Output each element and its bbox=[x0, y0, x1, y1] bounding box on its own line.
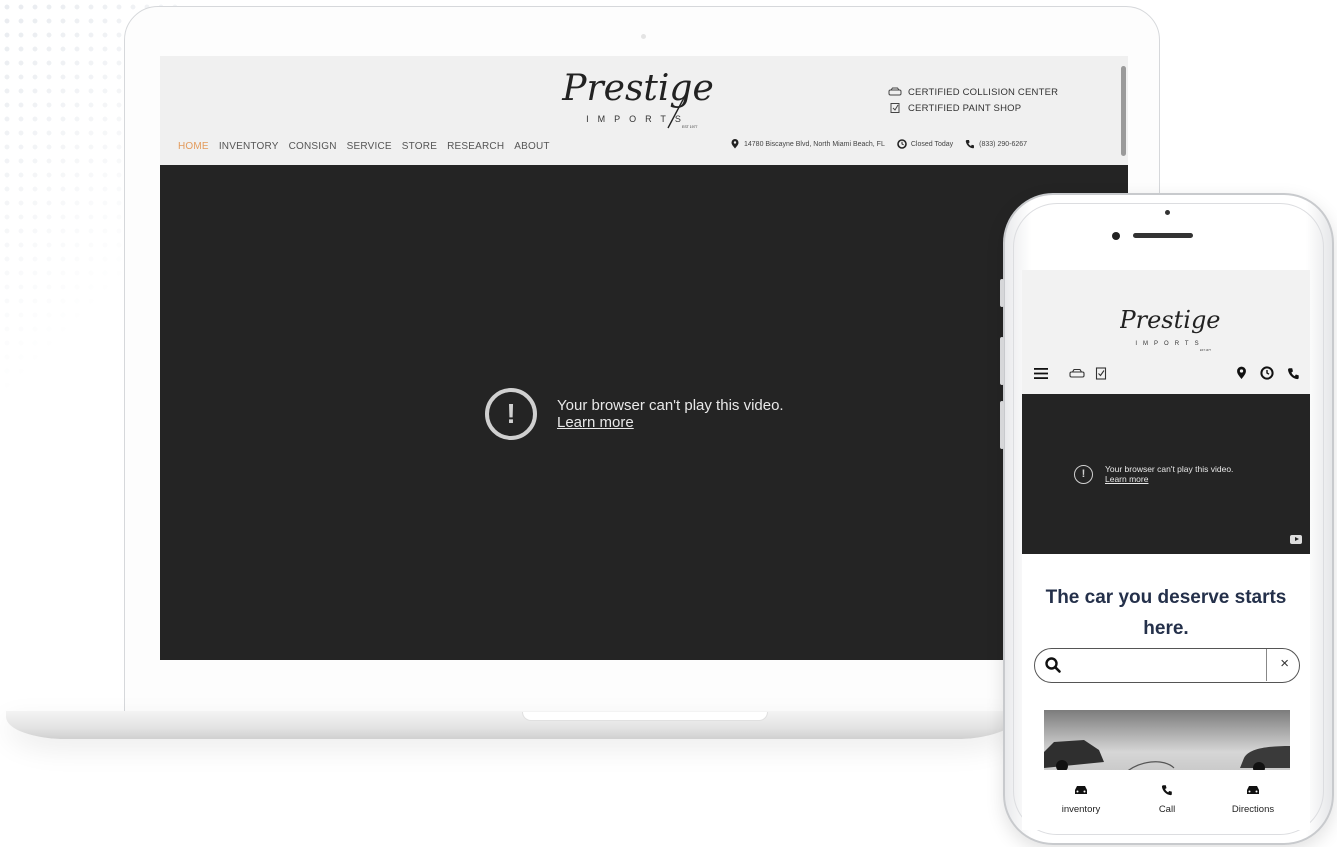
learn-more-link[interactable]: Learn more bbox=[557, 414, 634, 431]
phone-camera bbox=[1112, 232, 1120, 240]
paint-check-icon[interactable] bbox=[1092, 364, 1110, 382]
address-link[interactable]: 14780 Biscayne Blvd, North Miami Beach, … bbox=[730, 139, 885, 149]
laptop-notch bbox=[522, 712, 768, 721]
bottom-nav-inventory-label: inventory bbox=[1061, 804, 1101, 815]
car-icon[interactable] bbox=[1068, 364, 1086, 382]
phone-text: (833) 290-6267 bbox=[979, 140, 1028, 148]
cert-paint[interactable]: CERTIFIED PAINT SHOP bbox=[888, 100, 1058, 116]
phone-logo-est: EST 1977 bbox=[1200, 349, 1212, 352]
nav-inventory[interactable]: INVENTORY bbox=[219, 141, 279, 152]
address-text: 14780 Biscayne Blvd, North Miami Beach, … bbox=[744, 140, 885, 148]
site-header: Prestige IMPORTS EST 1977 CERTIFIED COLL… bbox=[160, 56, 1128, 165]
nav-home[interactable]: HOME bbox=[178, 141, 209, 152]
clock-icon bbox=[897, 139, 907, 149]
logo-est-text: EST 1977 bbox=[682, 125, 698, 129]
nav-about[interactable]: ABOUT bbox=[514, 141, 549, 152]
phone-side-button bbox=[1000, 279, 1004, 307]
video-error-text: Your browser can't play this video. bbox=[557, 397, 784, 414]
phone-logo-script: Prestige bbox=[1120, 306, 1220, 334]
hamburger-menu-icon[interactable] bbox=[1032, 364, 1050, 382]
search-input[interactable]: × bbox=[1034, 648, 1300, 683]
search-icon bbox=[1045, 657, 1061, 673]
phone-speaker bbox=[1133, 233, 1193, 238]
map-pin-icon[interactable] bbox=[1232, 364, 1250, 382]
clock-icon[interactable] bbox=[1258, 364, 1276, 382]
hero-headline: The car you deserve starts here. bbox=[1022, 582, 1310, 644]
hero-headline-line2: here. bbox=[1143, 618, 1189, 639]
bottom-nav-directions-label: Directions bbox=[1231, 804, 1275, 815]
phone-learn-more-link[interactable]: Learn more bbox=[1105, 474, 1148, 484]
logo-script-text: Prestige bbox=[561, 68, 714, 109]
certification-list: CERTIFIED COLLISION CENTER CERTIFIED PAI… bbox=[888, 84, 1058, 116]
youtube-icon[interactable] bbox=[1290, 535, 1302, 544]
warning-icon: ! bbox=[1074, 464, 1093, 484]
phone-prestige-logo[interactable]: Prestige IMPORTS EST 1977 bbox=[1120, 300, 1220, 352]
phone-video-error-text: Your browser can't play this video. bbox=[1105, 464, 1234, 474]
bottom-nav-call[interactable]: Call bbox=[1132, 784, 1202, 815]
cert-paint-label: CERTIFIED PAINT SHOP bbox=[908, 102, 1022, 114]
phone-icon bbox=[1161, 785, 1172, 796]
phone-video-area: ! Your browser can't play this video. Le… bbox=[1022, 394, 1310, 554]
main-nav: HOME INVENTORY CONSIGN SERVICE STORE RES… bbox=[178, 141, 550, 152]
phone-sensor bbox=[1165, 210, 1170, 215]
phone-bottom-nav: inventory Call Directions bbox=[1022, 770, 1310, 830]
phone-icon bbox=[965, 140, 975, 149]
hero-headline-line1: The car you deserve starts bbox=[1045, 587, 1287, 608]
nav-consign[interactable]: CONSIGN bbox=[289, 141, 337, 152]
nav-research[interactable]: RESEARCH bbox=[447, 141, 504, 152]
hours-link[interactable]: Closed Today bbox=[897, 139, 953, 149]
scrollbar[interactable] bbox=[1121, 66, 1126, 156]
car-icon bbox=[888, 87, 902, 96]
laptop-camera bbox=[641, 34, 646, 39]
clear-search-button[interactable]: × bbox=[1280, 655, 1289, 672]
cert-collision-label: CERTIFIED COLLISION CENTER bbox=[908, 86, 1059, 98]
warning-icon: ! bbox=[485, 388, 537, 440]
phone-logo-sub: IMPORTS bbox=[1135, 341, 1204, 347]
laptop-screen: Prestige IMPORTS EST 1977 CERTIFIED COLL… bbox=[160, 56, 1128, 660]
info-bar: 14780 Biscayne Blvd, North Miami Beach, … bbox=[730, 139, 1027, 149]
cert-collision[interactable]: CERTIFIED COLLISION CENTER bbox=[888, 84, 1058, 100]
bottom-nav-inventory[interactable]: inventory bbox=[1046, 784, 1116, 815]
bottom-nav-call-label: Call bbox=[1158, 804, 1176, 815]
hours-text: Closed Today bbox=[910, 140, 954, 148]
phone-site-header: Prestige IMPORTS EST 1977 bbox=[1022, 270, 1310, 394]
nav-store[interactable]: STORE bbox=[402, 141, 437, 152]
phone-link[interactable]: (833) 290-6267 bbox=[965, 139, 1027, 149]
prestige-imports-logo[interactable]: Prestige IMPORTS EST 1977 bbox=[558, 64, 718, 130]
phone-icon[interactable] bbox=[1284, 364, 1302, 382]
bottom-nav-directions[interactable]: Directions bbox=[1218, 784, 1288, 815]
phone-screen: Prestige IMPORTS EST 1977 ! Your browser… bbox=[1022, 270, 1310, 830]
map-pin-icon bbox=[731, 139, 739, 149]
paint-check-icon bbox=[890, 103, 900, 113]
video-error-message: ! Your browser can't play this video. Le… bbox=[485, 388, 784, 440]
phone-toolbar bbox=[1022, 364, 1310, 386]
car-icon bbox=[1247, 786, 1259, 794]
phone-video-error: ! Your browser can't play this video. Le… bbox=[1074, 464, 1233, 484]
phone-side-button bbox=[1000, 401, 1004, 449]
nav-service[interactable]: SERVICE bbox=[347, 141, 392, 152]
laptop-base bbox=[6, 711, 1016, 739]
car-icon bbox=[1075, 786, 1087, 794]
phone-side-button bbox=[1000, 337, 1004, 385]
